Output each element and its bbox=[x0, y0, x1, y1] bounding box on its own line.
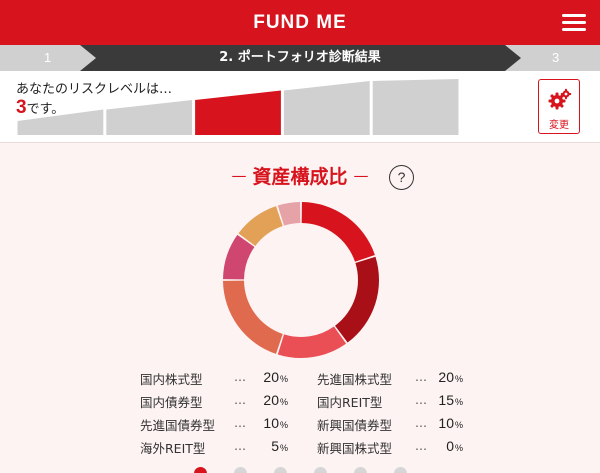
app-title: FUND ME bbox=[253, 12, 347, 33]
risk-level-number: 3 bbox=[16, 97, 27, 118]
legend-value: 20% bbox=[423, 369, 463, 385]
legend-value: 10% bbox=[248, 415, 288, 431]
donut-slice-国内株式型 bbox=[301, 202, 375, 262]
section-title-text: 資産構成比 bbox=[252, 166, 348, 188]
legend-value: 10% bbox=[423, 415, 463, 431]
legend-label: 国内債券型 bbox=[140, 395, 203, 410]
legend-value-number: 10 bbox=[263, 415, 279, 431]
allocation-donut-chart bbox=[223, 202, 379, 358]
pager-dot-4[interactable] bbox=[314, 467, 327, 473]
risk-level-panel: あなたのリスクレベルは… 3です。 変更 bbox=[0, 71, 600, 143]
legend-value-unit: % bbox=[279, 397, 288, 407]
title-dash-left: — bbox=[231, 166, 247, 185]
donut-slice-国内債券型 bbox=[223, 280, 283, 354]
pager-dot-1[interactable] bbox=[194, 467, 207, 473]
risk-label: あなたのリスクレベルは… bbox=[16, 82, 173, 97]
legend-value-unit: % bbox=[454, 443, 463, 453]
legend-value: 20% bbox=[248, 369, 288, 385]
legend-value-unit: % bbox=[279, 443, 288, 453]
risk-step-4 bbox=[283, 81, 370, 135]
legend-value-unit: % bbox=[279, 420, 288, 430]
legend-label: 国内株式型 bbox=[140, 372, 203, 387]
donut-slice-国内REIT型 bbox=[277, 326, 347, 358]
title-dash-right: — bbox=[353, 166, 369, 185]
step-prev[interactable]: 1 bbox=[44, 45, 51, 71]
legend-value: 15% bbox=[423, 392, 463, 408]
pager-dot-5[interactable] bbox=[354, 467, 367, 473]
gears-icon bbox=[548, 88, 572, 110]
legend-value-unit: % bbox=[279, 374, 288, 384]
step-progress-bar: 1 2. ポートフォリオ診断結果 3 bbox=[0, 45, 600, 71]
carousel-pager bbox=[0, 465, 600, 473]
donut-slice-先進国株式型 bbox=[335, 256, 379, 343]
legend-value-unit: % bbox=[454, 374, 463, 384]
legend-value-unit: % bbox=[454, 420, 463, 430]
legend-leader-dots: … bbox=[234, 393, 247, 407]
legend-label: 国内REIT型 bbox=[317, 395, 383, 410]
legend-leader-dots: … bbox=[234, 370, 247, 384]
risk-level-suffix: です。 bbox=[26, 102, 65, 117]
app-header: FUND ME bbox=[0, 0, 600, 45]
risk-step-3 bbox=[195, 90, 281, 135]
legend-value-number: 20 bbox=[263, 369, 279, 385]
change-button[interactable]: 変更 bbox=[538, 79, 580, 134]
legend-label: 先進国株式型 bbox=[317, 372, 393, 387]
legend-leader-dots: … bbox=[234, 439, 247, 453]
allocation-legend: 国内株式型… 20% 先進国株式型… 20% 国内債券型… 20% 国内REIT型… 15% 先… bbox=[0, 368, 600, 460]
donut-slice-新興国債券型 bbox=[238, 206, 283, 246]
legend-value-number: 5 bbox=[271, 438, 279, 454]
legend-value-unit: % bbox=[454, 397, 463, 407]
change-button-label: 変更 bbox=[549, 120, 569, 131]
legend-label: 海外REIT型 bbox=[140, 441, 206, 456]
legend-value-number: 15 bbox=[438, 392, 454, 408]
legend-value: 20% bbox=[248, 392, 288, 408]
pager-dot-3[interactable] bbox=[274, 467, 287, 473]
step-current: 2. ポートフォリオ診断結果 bbox=[219, 50, 381, 65]
legend-leader-dots: … bbox=[234, 416, 247, 430]
legend-value: 5% bbox=[248, 438, 288, 454]
legend-label: 先進国債券型 bbox=[140, 418, 216, 433]
legend-value: 0% bbox=[423, 438, 463, 454]
legend-value-number: 20 bbox=[438, 369, 454, 385]
pager-dot-2[interactable] bbox=[234, 467, 247, 473]
legend-value-number: 10 bbox=[438, 415, 454, 431]
section-title: — 資産構成比 — bbox=[0, 162, 600, 189]
hamburger-menu-icon[interactable] bbox=[560, 12, 588, 34]
risk-step-5 bbox=[372, 79, 459, 135]
risk-level-readout: 3です。 bbox=[16, 97, 64, 119]
pager-dot-6[interactable] bbox=[394, 467, 407, 473]
risk-step-2 bbox=[106, 100, 193, 135]
legend-label: 新興国債券型 bbox=[317, 418, 393, 433]
legend-label: 新興国株式型 bbox=[317, 441, 393, 456]
legend-value-number: 20 bbox=[263, 392, 279, 408]
legend-value-number: 0 bbox=[446, 438, 454, 454]
help-icon[interactable]: ? bbox=[389, 165, 414, 190]
step-next[interactable]: 3 bbox=[552, 45, 559, 71]
